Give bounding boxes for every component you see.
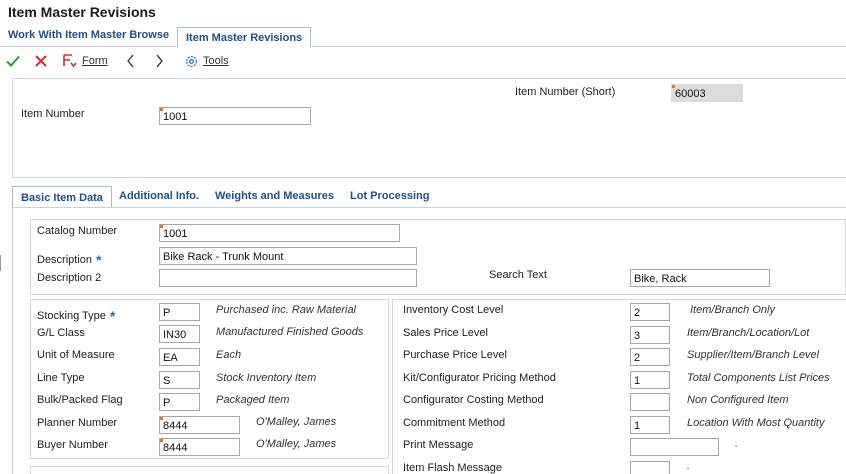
purchase-price-level-label: Purchase Price Level <box>403 349 507 361</box>
configurator-costing-method-description: Non Configured Item <box>687 394 789 406</box>
description-2-field[interactable] <box>159 269 417 287</box>
chevron-right-icon <box>156 54 163 68</box>
x-icon <box>35 55 47 67</box>
item-flash-message-label: Item Flash Message <box>403 462 503 474</box>
search-text-field[interactable]: Bike, Rack <box>630 269 770 287</box>
item-flash-message-description: . <box>687 460 691 472</box>
buyer-number-label: Buyer Number <box>37 439 108 451</box>
item-number-field[interactable]: 1001 <box>159 107 311 125</box>
buyer-number-field[interactable]: 8444 <box>159 438 240 456</box>
previous-record-button[interactable] <box>124 53 138 69</box>
print-message-label: Print Message <box>403 439 474 451</box>
commitment-method-description: Location With Most Quantity <box>687 417 825 429</box>
form-menu-label: Form <box>82 55 108 67</box>
gl-class-description: Manufactured Finished Goods <box>216 326 364 338</box>
stocking-type-description: Purchased inc. Raw Material <box>216 304 357 316</box>
cancel-button[interactable] <box>33 53 49 69</box>
catalog-number-label: Catalog Number <box>37 225 118 237</box>
top-tab-bar: Work With Item Master Browse Item Master… <box>0 26 846 48</box>
tools-menu-button[interactable]: Tools <box>184 53 229 69</box>
buyer-name: O'Malley, James <box>256 438 337 450</box>
required-indicator: * <box>109 308 116 324</box>
planner-name: O'Malley, James <box>256 416 337 428</box>
configurator-costing-method-field[interactable] <box>630 393 670 411</box>
gear-icon <box>186 55 197 67</box>
toolbar: Form Tools <box>0 49 846 73</box>
commitment-method-field[interactable]: 1 <box>630 416 670 434</box>
planner-number-label: Planner Number <box>37 417 118 429</box>
kit-configurator-pricing-method-field[interactable]: 1 <box>630 371 670 389</box>
tab-weights-and-measures[interactable]: Weights and Measures <box>215 190 334 202</box>
sales-price-level-description: Item/Branch/Location/Lot <box>687 327 810 339</box>
item-number-label: Item Number <box>21 108 85 120</box>
checkmark-icon <box>6 55 20 67</box>
description-field[interactable]: Bike Rack - Trunk Mount <box>159 247 417 265</box>
sales-price-level-label: Sales Price Level <box>403 327 488 339</box>
item-number-short-label: Item Number (Short) <box>515 86 616 98</box>
description-label: Description * <box>37 252 102 268</box>
gl-class-label: G/L Class <box>37 327 85 339</box>
form-menu-button[interactable]: Form <box>62 53 108 69</box>
catalog-number-field[interactable]: 1001 <box>159 224 400 242</box>
configurator-costing-method-label: Configurator Costing Method <box>403 394 544 406</box>
item-number-short-field: 60003 <box>671 84 743 102</box>
gl-class-field[interactable]: IN30 <box>159 325 200 343</box>
page-title: Item Master Revisions <box>8 4 156 20</box>
inventory-cost-level-label: Inventory Cost Level <box>403 304 504 316</box>
planner-number-field[interactable]: 8444 <box>159 416 240 434</box>
purchase-price-level-field[interactable]: 2 <box>630 348 670 366</box>
kit-configurator-pricing-method-description: Total Components List Prices <box>687 372 830 384</box>
next-record-button[interactable] <box>152 53 166 69</box>
tab-lot-processing[interactable]: Lot Processing <box>350 190 429 202</box>
detail-tab-bar: Basic Item Data Additional Info. Weights… <box>12 186 846 208</box>
kit-configurator-pricing-method-label: Kit/Configurator Pricing Method <box>403 372 556 384</box>
tab-basic-item-data[interactable]: Basic Item Data <box>12 186 112 208</box>
print-message-field[interactable] <box>630 438 719 456</box>
stocking-type-label: Stocking Type * <box>37 308 116 324</box>
required-indicator: * <box>96 252 102 268</box>
bulk-packed-flag-description: Packaged Item <box>216 394 290 406</box>
ok-button[interactable] <box>5 53 21 69</box>
tab-additional-info[interactable]: Additional Info. <box>119 190 199 202</box>
line-type-field[interactable]: S <box>159 371 200 389</box>
tools-menu-label: Tools <box>203 55 229 67</box>
splitter-handle[interactable] <box>0 255 3 271</box>
unit-of-measure-field[interactable]: EA <box>159 348 200 366</box>
inventory-cost-level-field[interactable]: 2 <box>630 303 670 321</box>
line-type-label: Line Type <box>37 372 85 384</box>
sales-price-level-field[interactable]: 3 <box>630 326 670 344</box>
next-group <box>30 466 389 474</box>
bulk-packed-flag-field[interactable]: P <box>159 393 200 411</box>
stocking-type-field[interactable]: P <box>159 303 200 321</box>
tab-item-master-revisions[interactable]: Item Master Revisions <box>177 27 312 48</box>
chevron-left-icon <box>127 54 134 68</box>
description-2-label: Description 2 <box>37 272 102 284</box>
item-flash-message-field[interactable] <box>630 461 670 474</box>
line-type-description: Stock Inventory Item <box>216 372 317 384</box>
unit-of-measure-label: Unit of Measure <box>37 349 115 361</box>
form-menu-icon <box>63 54 77 68</box>
purchase-price-level-description: Supplier/Item/Branch Level <box>687 349 820 361</box>
unit-of-measure-description: Each <box>216 349 242 361</box>
tab-work-with-item-master-browse[interactable]: Work With Item Master Browse <box>8 29 169 41</box>
commitment-method-label: Commitment Method <box>403 417 506 429</box>
bulk-packed-flag-label: Bulk/Packed Flag <box>37 394 123 406</box>
inventory-cost-level-description: Item/Branch Only <box>690 304 775 316</box>
print-message-description: . <box>735 438 739 450</box>
search-text-label: Search Text <box>489 269 547 281</box>
